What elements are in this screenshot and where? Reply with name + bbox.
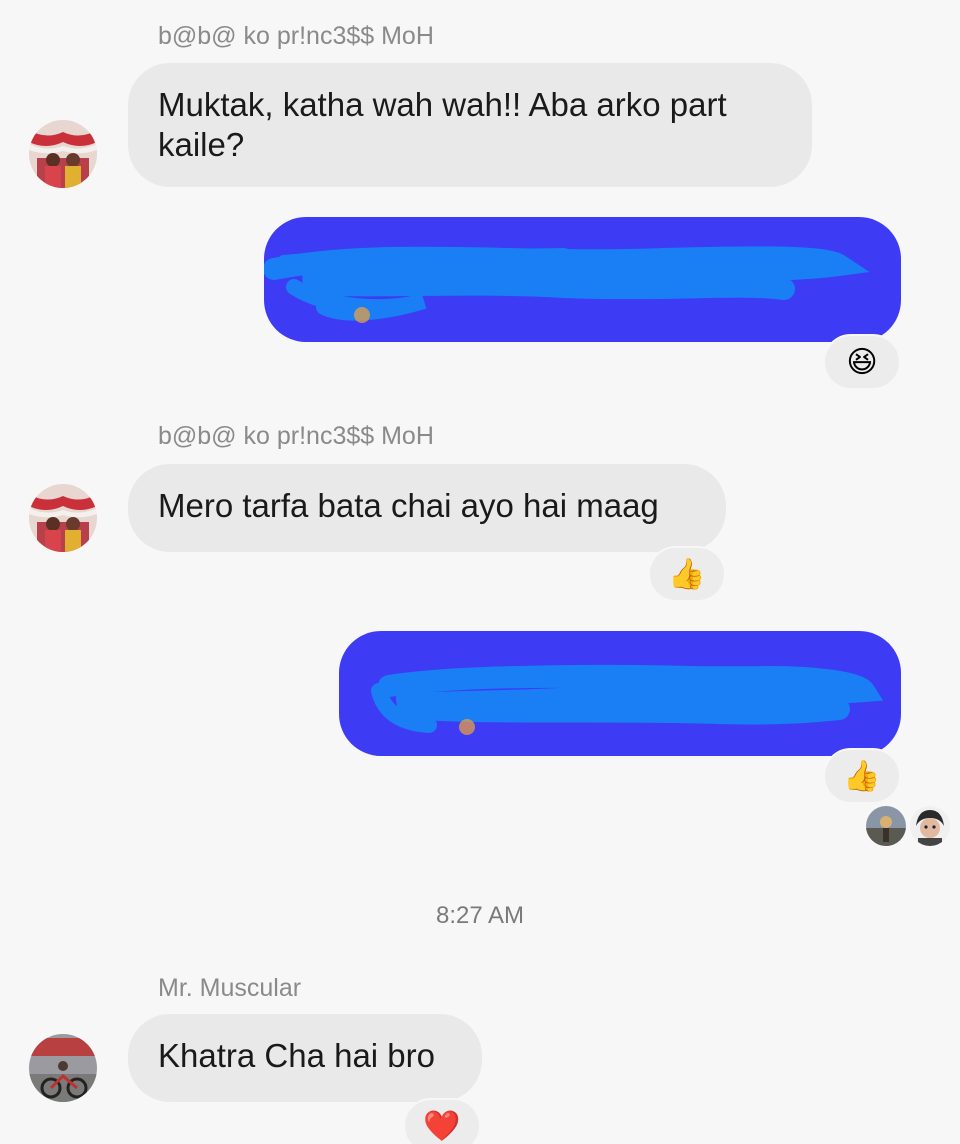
message-text-line: kaile? — [158, 126, 245, 163]
redaction-scribble — [371, 664, 884, 735]
sender-name: Mr. Muscular — [158, 974, 302, 1002]
sender-name: b@b@ ko pr!nc3$$ MoH — [158, 422, 434, 450]
message-reaction[interactable]: 👍 — [648, 546, 726, 602]
message-text-line: Muktak, katha wah wah!! Aba arko part — [158, 86, 727, 123]
chat-screen: b@b@ ko pr!nc3$$ MoH Muktak, katha wah w… — [0, 0, 960, 1144]
incoming-message-bubble[interactable]: Mero tarfa bata chai ayo hai maag — [128, 464, 726, 552]
message-reaction[interactable]: 👍 — [823, 748, 901, 804]
sender-avatar[interactable] — [29, 484, 97, 552]
message-reaction[interactable]: ❤️ — [403, 1098, 481, 1144]
seen-avatar-2 — [910, 806, 950, 846]
sender-avatar[interactable] — [29, 120, 97, 188]
message-text-line: Mero tarfa bata chai ayo hai maag — [158, 487, 659, 524]
incoming-message-bubble[interactable]: Muktak, katha wah wah!! Aba arko part ka… — [128, 63, 812, 187]
sender-name: b@b@ ko pr!nc3$$ MoH — [158, 22, 434, 50]
sender-avatar[interactable] — [29, 1034, 97, 1102]
incoming-message-bubble[interactable]: Khatra Cha hai bro — [128, 1014, 482, 1102]
avatar-photo-icon — [29, 484, 97, 552]
outgoing-message-bubble[interactable] — [264, 217, 901, 342]
outgoing-message-bubble[interactable] — [339, 631, 901, 756]
seen-avatar-1 — [866, 806, 906, 846]
message-timestamp: 8:27 AM — [435, 902, 525, 929]
message-text-line: Khatra Cha hai bro — [158, 1037, 436, 1074]
avatar-photo-icon — [29, 1034, 97, 1102]
avatar-photo-icon — [29, 120, 97, 188]
redaction-scribble — [264, 246, 870, 323]
message-reaction[interactable]: 😆 — [823, 334, 901, 390]
